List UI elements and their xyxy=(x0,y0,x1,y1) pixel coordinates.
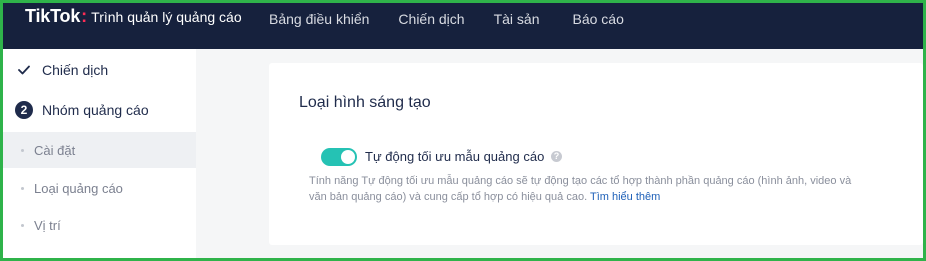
description-body: Tính năng Tự động tối ưu mẫu quảng cáo s… xyxy=(309,175,852,203)
logo-subtitle: Trình quản lý quảng cáo xyxy=(91,9,242,25)
sidebar-step-campaign[interactable]: Chiến dịch xyxy=(15,61,108,79)
sidebar: Chiến dịch 2 Nhóm quảng cáo Cài đặt Loại… xyxy=(3,49,196,258)
sidebar-subitem-ad-type[interactable]: Loại quảng cáo xyxy=(3,170,196,206)
toggle-label: Tự động tối ưu mẫu quảng cáo xyxy=(365,149,545,164)
logo-text: TikTok xyxy=(25,6,81,26)
sidebar-subitem-placement[interactable]: Vị trí xyxy=(3,207,196,243)
subitem-label: Cài đặt xyxy=(34,142,76,158)
learn-more-link[interactable]: Tìm hiểu thêm xyxy=(590,191,660,203)
step-number-badge: 2 xyxy=(15,101,33,119)
logo-dot-icon: : xyxy=(81,6,88,26)
subitem-label: Loại quảng cáo xyxy=(34,180,123,196)
top-nav: Bảng điều khiển Chiến dịch Tài sản Báo c… xyxy=(269,11,652,27)
dot-icon xyxy=(21,148,24,152)
dot-icon xyxy=(21,223,24,227)
nav-campaign[interactable]: Chiến dịch xyxy=(398,11,464,27)
auto-optimize-toggle[interactable] xyxy=(321,148,357,166)
toggle-knob xyxy=(341,150,355,164)
nav-dashboard[interactable]: Bảng điều khiển xyxy=(269,11,369,27)
subitem-label: Vị trí xyxy=(34,217,61,233)
sidebar-step-ad-group[interactable]: 2 Nhóm quảng cáo xyxy=(15,101,149,119)
creative-type-card: Loại hình sáng tạo Tự động tối ưu mẫu qu… xyxy=(269,63,923,245)
dot-icon xyxy=(21,186,24,190)
nav-assets[interactable]: Tài sản xyxy=(494,11,540,27)
top-bar: TikTok: Trình quản lý quảng cáo Bảng điề… xyxy=(3,3,923,49)
section-title: Loại hình sáng tạo xyxy=(299,94,431,111)
description-text: Tính năng Tự động tối ưu mẫu quảng cáo s… xyxy=(309,173,869,205)
sidebar-subitem-settings[interactable]: Cài đặt xyxy=(3,132,196,168)
step-label: Chiến dịch xyxy=(42,62,109,78)
help-icon[interactable]: ? xyxy=(551,151,562,162)
tiktok-logo[interactable]: TikTok: Trình quản lý quảng cáo xyxy=(25,6,242,30)
check-icon xyxy=(15,61,33,79)
app-frame: TikTok: Trình quản lý quảng cáo Bảng điề… xyxy=(0,0,926,261)
nav-reports[interactable]: Báo cáo xyxy=(573,11,624,27)
step-label: Nhóm quảng cáo xyxy=(42,102,149,118)
